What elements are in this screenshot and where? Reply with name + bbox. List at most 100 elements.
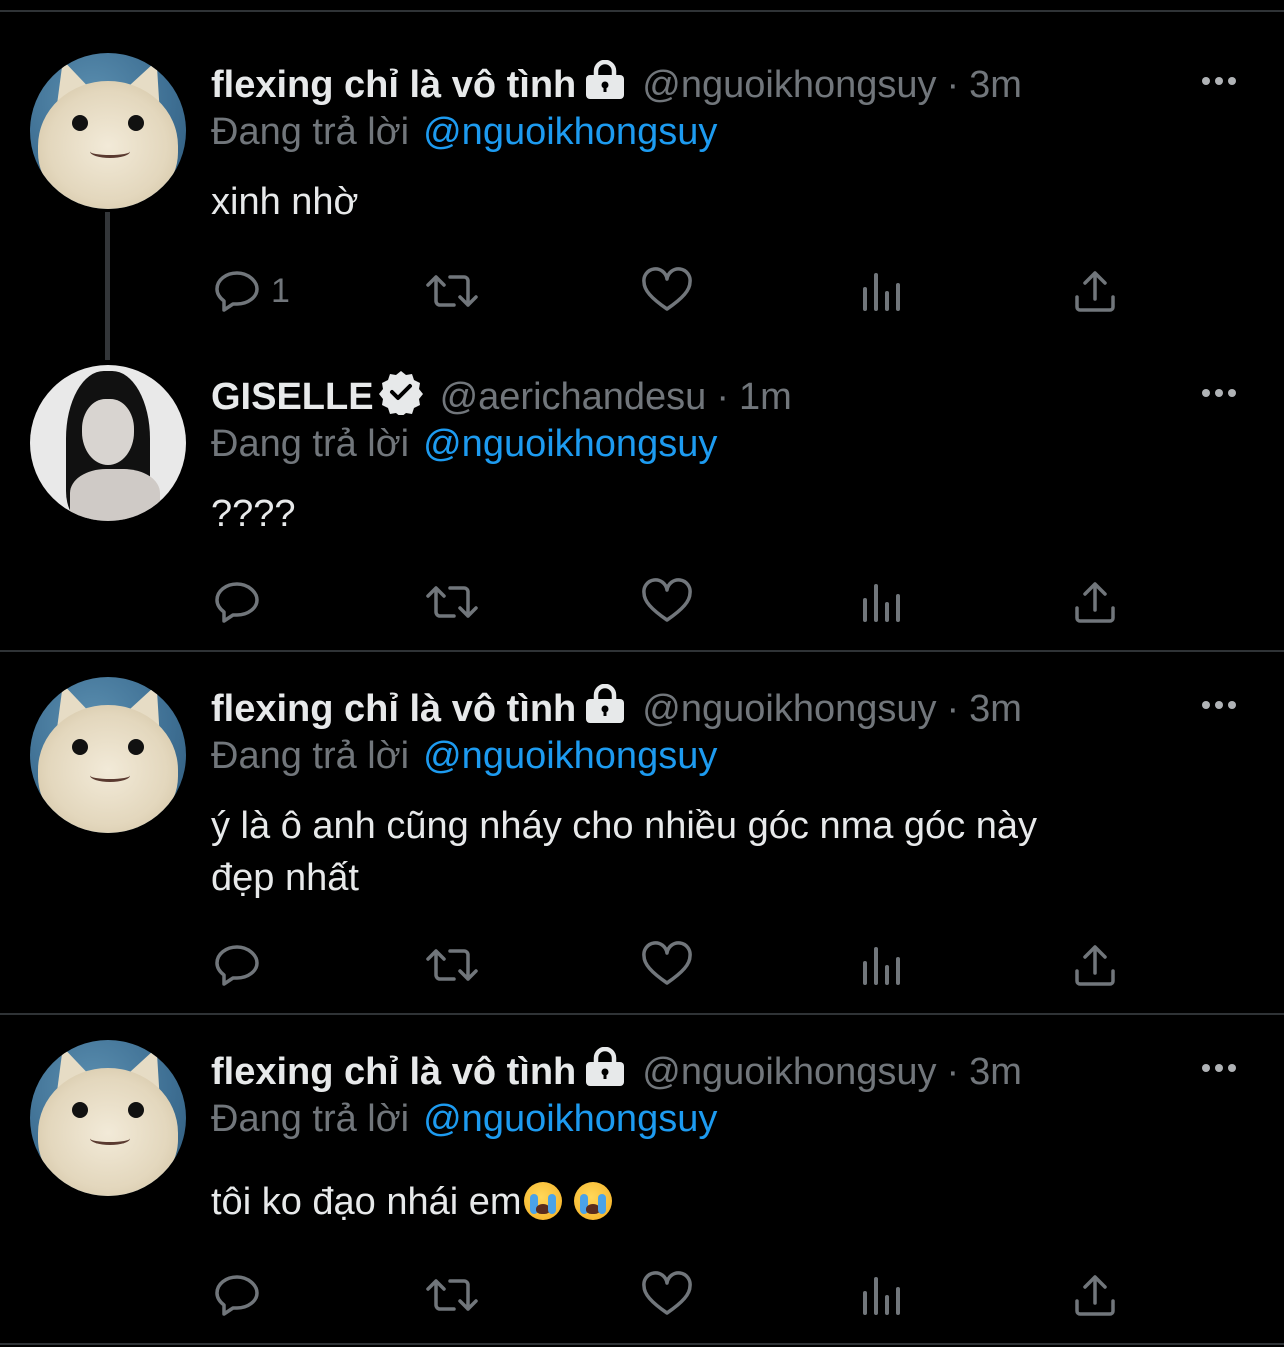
reply-icon (215, 582, 259, 623)
display-name[interactable]: flexing chỉ là vô tình (211, 688, 576, 731)
tweet-text: tôi ko đạo nhái em (211, 1178, 1211, 1226)
display-name[interactable]: flexing chỉ là vô tình (211, 64, 576, 107)
share-icon (1075, 1275, 1115, 1316)
separator: · (946, 687, 960, 730)
reply-button[interactable]: 1 (213, 266, 290, 316)
replying-to-label: Đang trả lời (211, 422, 410, 465)
replying-to-handle[interactable]: @nguoikhongsuy (423, 111, 717, 154)
tweet-header: flexing chỉ là vô tình @nguoikhongsuy · … (211, 59, 1022, 110)
reply-button[interactable] (213, 940, 261, 990)
share-button[interactable] (1073, 1270, 1117, 1320)
views-icon (863, 273, 900, 311)
lock-icon (582, 1046, 628, 1097)
like-button[interactable] (641, 577, 693, 627)
like-button[interactable] (641, 940, 693, 990)
replying-to-handle[interactable]: @nguoikhongsuy (423, 1098, 717, 1141)
share-icon (1075, 945, 1115, 986)
views-icon (863, 1277, 900, 1315)
reply-icon (215, 945, 259, 986)
share-icon (1075, 582, 1115, 623)
lock-icon (582, 59, 628, 110)
separator: · (946, 1050, 960, 1093)
separator: · (716, 375, 729, 418)
avatar[interactable] (30, 365, 186, 521)
timestamp[interactable]: 1m (739, 376, 792, 419)
replying-to-handle[interactable]: @nguoikhongsuy (423, 735, 717, 778)
tweet-actions (0, 577, 1284, 627)
replying-to-label: Đang trả lời (211, 1097, 410, 1140)
share-button[interactable] (1073, 266, 1117, 316)
top-divider (0, 10, 1284, 12)
share-button[interactable] (1073, 577, 1117, 627)
views-button[interactable] (860, 940, 904, 990)
verified-icon (378, 369, 424, 425)
tweet-actions (0, 940, 1284, 990)
handle[interactable]: @aerichandesu (440, 376, 707, 419)
like-icon (642, 267, 692, 311)
like-button[interactable] (641, 266, 693, 316)
replying-to: Đang trả lời @nguoikhongsuy (211, 732, 717, 780)
display-name[interactable]: flexing chỉ là vô tình (211, 1051, 576, 1094)
like-icon (642, 941, 692, 985)
tweet-divider (0, 650, 1284, 652)
retweet-icon (426, 949, 478, 981)
views-button[interactable] (860, 577, 904, 627)
tweet-actions (0, 1270, 1284, 1320)
timestamp[interactable]: 3m (969, 64, 1022, 107)
like-icon (642, 1271, 692, 1315)
share-button[interactable] (1073, 940, 1117, 990)
timestamp[interactable]: 3m (969, 688, 1022, 731)
views-icon (863, 584, 900, 622)
retweet-icon (426, 1279, 478, 1311)
retweet-button[interactable] (424, 1270, 480, 1320)
tweet-header: flexing chỉ là vô tình @nguoikhongsuy · … (211, 683, 1022, 734)
tweet-text-content: tôi ko đạo nhái em (211, 1181, 522, 1223)
tweet-text: ???? (211, 493, 296, 535)
reply-icon (215, 1275, 259, 1316)
share-icon (1075, 271, 1115, 312)
tweet-header: flexing chỉ là vô tình @nguoikhongsuy · … (211, 1046, 1022, 1097)
views-button[interactable] (860, 1270, 904, 1320)
reply-count: 1 (271, 271, 290, 310)
more-icon[interactable] (1200, 695, 1240, 715)
like-button[interactable] (641, 1270, 693, 1320)
tweet-actions: 1 (0, 266, 1284, 316)
replying-to-handle[interactable]: @nguoikhongsuy (423, 423, 717, 466)
retweet-button[interactable] (424, 940, 480, 990)
retweet-button[interactable] (424, 577, 480, 627)
display-name[interactable]: GISELLE (211, 376, 374, 419)
bottom-divider (0, 1343, 1284, 1345)
like-icon (642, 578, 692, 622)
avatar[interactable] (30, 53, 186, 209)
avatar[interactable] (30, 677, 186, 833)
more-icon[interactable] (1200, 1058, 1240, 1078)
tweet-text-line: ý là ô anh cũng nháy cho nhiều góc nma g… (211, 805, 1038, 847)
crying-emoji-icon (523, 1182, 562, 1220)
handle[interactable]: @nguoikhongsuy (642, 688, 936, 731)
tweet-text: xinh nhờ (211, 181, 359, 223)
reply-button[interactable] (213, 577, 261, 627)
replying-to: Đang trả lời @nguoikhongsuy (211, 420, 717, 468)
handle[interactable]: @nguoikhongsuy (642, 1051, 936, 1094)
more-icon[interactable] (1200, 383, 1240, 403)
lock-icon (582, 683, 628, 734)
views-icon (863, 947, 900, 985)
retweet-icon (426, 275, 478, 307)
more-icon[interactable] (1200, 71, 1240, 91)
separator: · (946, 63, 960, 106)
crying-emoji-icon (574, 1182, 613, 1220)
reply-button[interactable] (213, 1270, 261, 1320)
avatar[interactable] (30, 1040, 186, 1196)
replying-to: Đang trả lời @nguoikhongsuy (211, 1095, 717, 1143)
views-button[interactable] (860, 266, 904, 316)
tweet-text: ý là ô anh cũng nháy cho nhiều góc nma g… (211, 802, 1211, 902)
retweet-icon (426, 586, 478, 618)
tweet-divider (0, 1013, 1284, 1015)
retweet-button[interactable] (424, 266, 480, 316)
replying-to-label: Đang trả lời (211, 110, 410, 153)
tweet-text-line: đẹp nhất (211, 857, 359, 899)
timestamp[interactable]: 3m (969, 1051, 1022, 1094)
replying-to: Đang trả lời @nguoikhongsuy (211, 108, 717, 156)
replying-to-label: Đang trả lời (211, 734, 410, 777)
handle[interactable]: @nguoikhongsuy (642, 64, 936, 107)
